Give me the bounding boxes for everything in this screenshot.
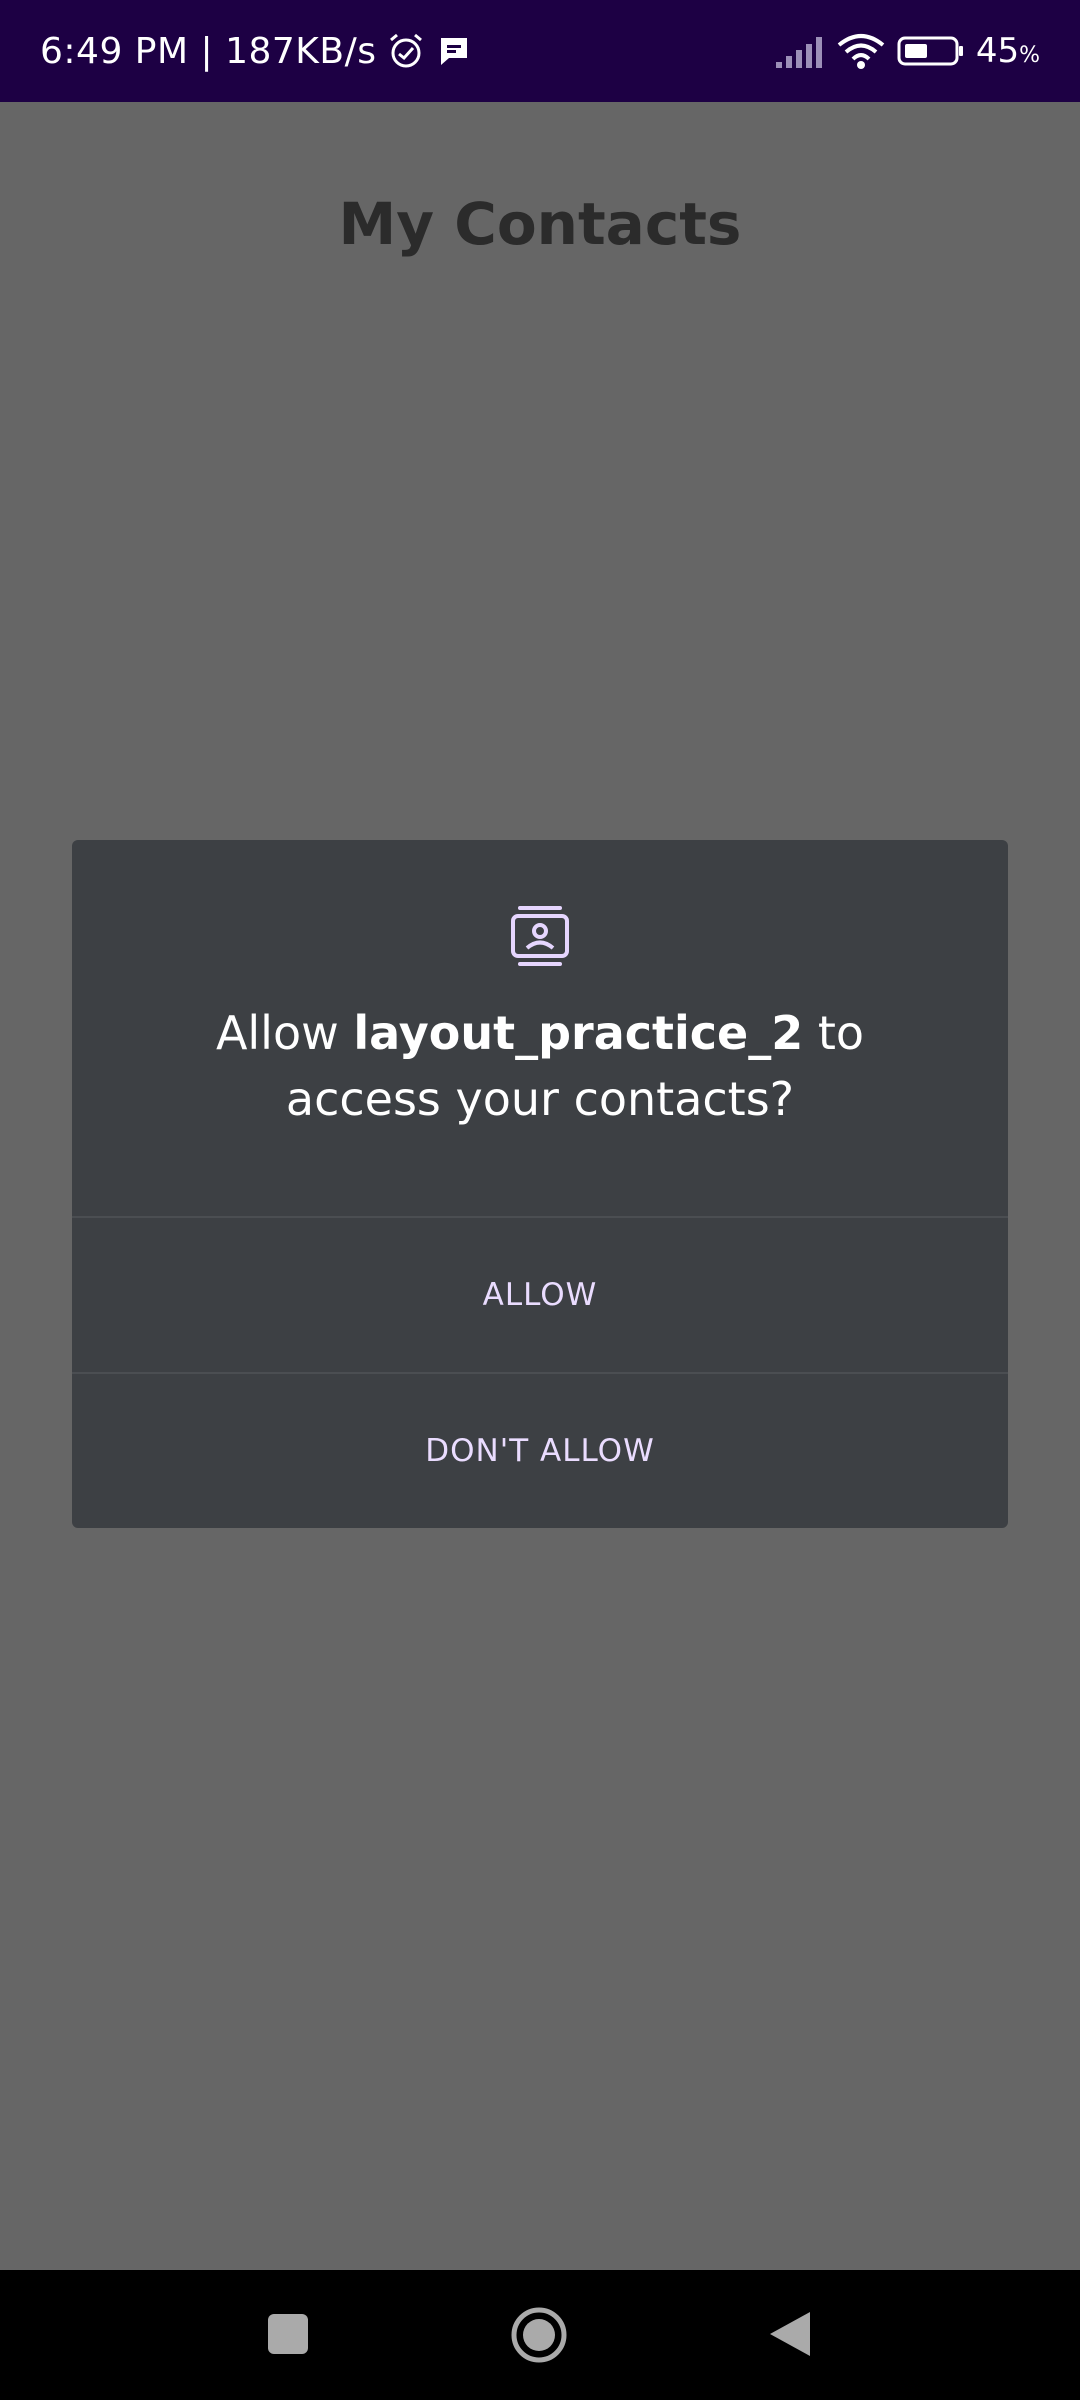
home-icon[interactable]: [510, 2306, 568, 2364]
recents-icon[interactable]: [266, 2312, 310, 2356]
signal-icon: [774, 34, 826, 68]
app-name: layout_practice_2: [353, 1006, 804, 1060]
contacts-icon: [510, 904, 570, 968]
message-prefix: Allow: [215, 1006, 354, 1060]
battery-percentage: 45%: [976, 31, 1040, 71]
navigation-bar: [0, 2270, 1080, 2400]
permission-dialog: Allow layout_practice_2 to access your c…: [72, 840, 1008, 1528]
message-icon: [436, 33, 472, 69]
wifi-icon: [836, 31, 886, 71]
page-title: My Contacts: [338, 190, 742, 258]
allow-button[interactable]: ALLOW: [72, 1216, 1008, 1372]
dont-allow-button[interactable]: DON'T ALLOW: [72, 1372, 1008, 1528]
battery-icon: [896, 33, 966, 69]
status-left: 6:49 PM | 187KB/s: [40, 31, 472, 72]
dialog-header: Allow layout_practice_2 to access your c…: [72, 840, 1008, 1216]
dialog-message: Allow layout_practice_2 to access your c…: [160, 1000, 920, 1132]
battery-value: 45: [975, 31, 1020, 71]
alarm-icon: [386, 31, 426, 71]
status-bar: 6:49 PM | 187KB/s 45%: [0, 0, 1080, 102]
status-time: 6:49 PM | 187KB/s: [40, 30, 377, 72]
status-right: 45%: [764, 31, 1040, 71]
battery-unit: %: [1019, 43, 1040, 68]
back-icon[interactable]: [768, 2310, 812, 2358]
